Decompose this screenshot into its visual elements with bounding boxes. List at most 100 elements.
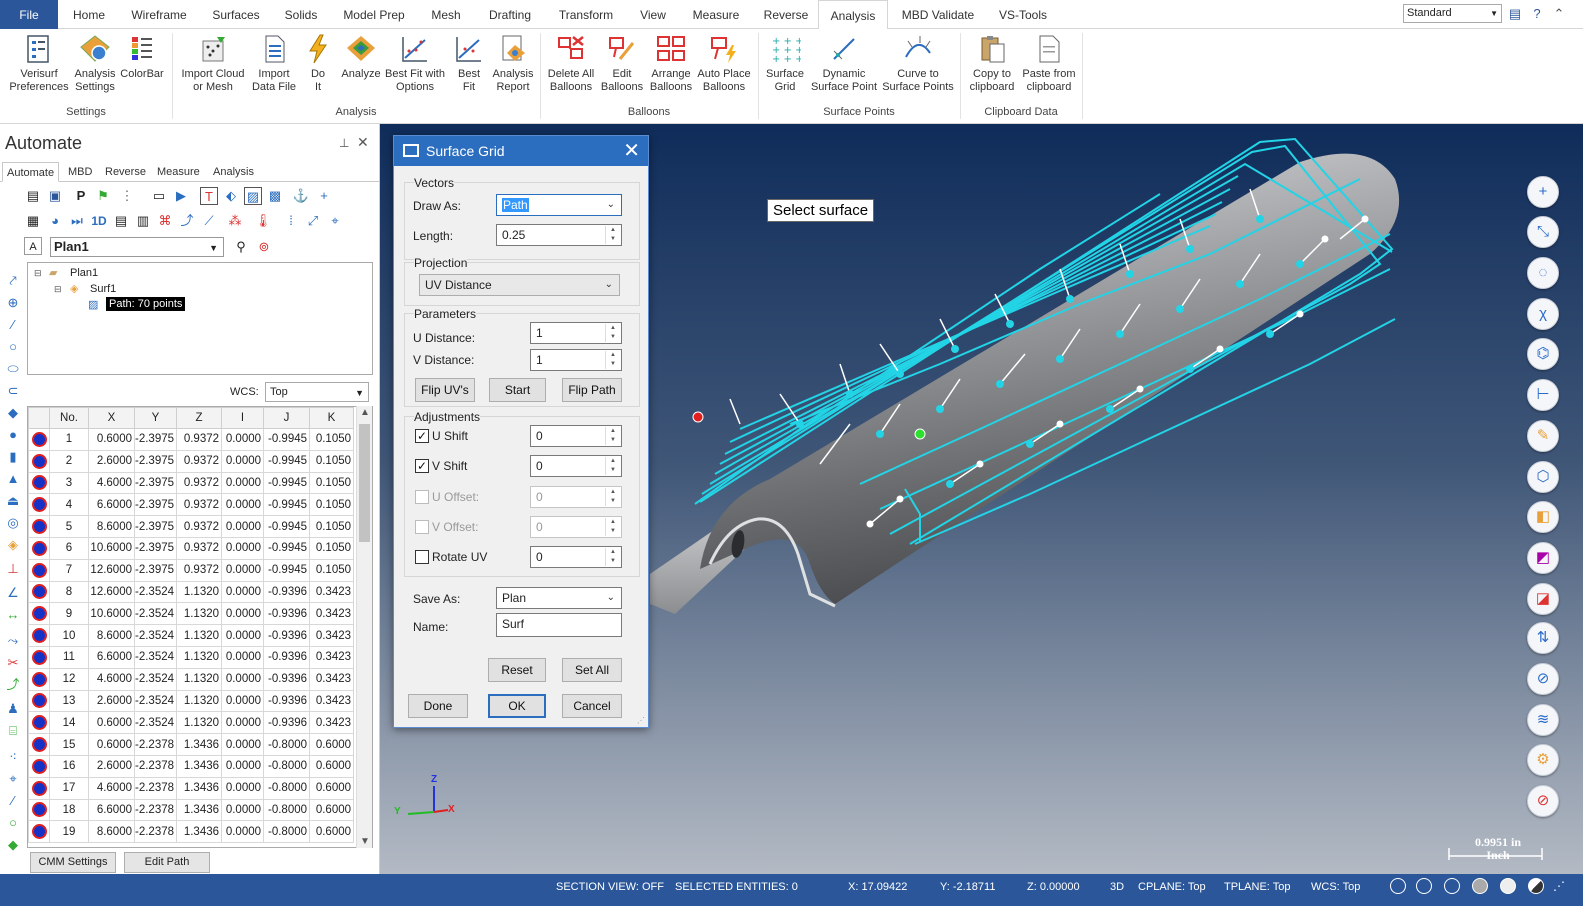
ok-button[interactable]: OK: [488, 694, 546, 718]
cell-z[interactable]: 0.9372: [176, 493, 223, 517]
copy-to-clipboard-button[interactable]: Copy to clipboard: [964, 33, 1020, 94]
cell-j[interactable]: -0.9945: [263, 471, 311, 495]
tab-home[interactable]: Home: [64, 0, 114, 29]
cell-no[interactable]: 16: [49, 754, 89, 778]
cell-k[interactable]: 0.3423: [309, 667, 355, 691]
v-shift-input[interactable]: 0 ▲ ▼: [530, 455, 622, 477]
analysis-settings-button[interactable]: Analysis Settings: [72, 33, 118, 94]
zoom-in-icon[interactable]: +: [1527, 176, 1559, 208]
column-header-y[interactable]: Y: [133, 407, 178, 429]
ellipse-icon[interactable]: ⬭: [4, 360, 22, 378]
done-button[interactable]: Done: [408, 694, 468, 718]
slash-line-icon[interactable]: ∕: [4, 792, 22, 810]
tab-transform[interactable]: Transform: [552, 0, 620, 29]
cancel-button[interactable]: Cancel: [562, 694, 622, 718]
spin-icon[interactable]: ▲ ▼: [605, 226, 620, 244]
tab-vs-tools[interactable]: VS-Tools: [992, 0, 1054, 29]
text-tool-icon[interactable]: T: [200, 187, 218, 205]
cell-j[interactable]: -0.9396: [263, 645, 311, 669]
cell-i[interactable]: 0.0000: [221, 754, 265, 778]
edit-path-button[interactable]: Edit Path: [124, 852, 210, 873]
paraboloid-icon[interactable]: ⏏: [4, 492, 22, 510]
cell-no[interactable]: 7: [49, 558, 89, 582]
clip-view-icon[interactable]: ◪: [1527, 583, 1559, 615]
step-icon[interactable]: ⏭: [68, 212, 86, 230]
cell-y[interactable]: -2.3975: [133, 515, 178, 538]
scroll-down-icon[interactable]: ▼: [357, 836, 373, 847]
cell-i[interactable]: 0.0000: [221, 711, 265, 735]
surface-icon[interactable]: ◈: [4, 536, 22, 554]
paste-from-clipboard-button[interactable]: Paste from clipboard: [1020, 33, 1078, 94]
panel-tab-measure[interactable]: Measure: [153, 162, 204, 182]
curve-icon[interactable]: ⤴: [178, 212, 196, 230]
cell-y[interactable]: -2.3524: [133, 711, 178, 735]
target-icon[interactable]: ⌖: [4, 770, 22, 788]
cell-j[interactable]: -0.9945: [263, 428, 311, 451]
cplane-status[interactable]: CPLANE: Top: [1138, 880, 1206, 894]
spin-icon[interactable]: ▲ ▼: [605, 518, 620, 536]
cell-x[interactable]: 0.6000: [88, 711, 135, 735]
spin-icon[interactable]: ▲ ▼: [605, 351, 620, 369]
table-row[interactable]: 13 2.6000 -2.3524 1.1320 0.0000 -0.9396 0.3423: [28, 689, 355, 713]
length-input[interactable]: 0.25 ▲ ▼: [496, 224, 622, 246]
cell-k[interactable]: 0.6000: [309, 776, 355, 800]
shaded-view-icon[interactable]: ◧: [1527, 501, 1559, 533]
curve-view-icon[interactable]: χ: [1527, 298, 1559, 330]
cell-y[interactable]: -2.3524: [133, 667, 178, 691]
tab-wireframe[interactable]: Wireframe: [124, 0, 194, 29]
iso-view-icon[interactable]: ⬡: [1527, 461, 1559, 493]
v-offset-input[interactable]: 0 ▲ ▼: [530, 516, 622, 538]
projection-select[interactable]: UV Distance ⌄: [419, 274, 620, 296]
cell-j[interactable]: -0.9945: [263, 536, 311, 560]
curve-measure-icon[interactable]: ⤳: [4, 632, 22, 650]
probe-p-icon[interactable]: P: [72, 187, 90, 205]
cell-z[interactable]: 1.1320: [176, 624, 223, 647]
cell-no[interactable]: 12: [49, 667, 89, 691]
cell-z[interactable]: 0.9372: [176, 515, 223, 538]
cell-j[interactable]: -0.9396: [263, 711, 311, 735]
save-as-select[interactable]: Plan ⌄: [496, 587, 622, 609]
import-data-file-button[interactable]: Import Data File: [250, 33, 298, 94]
table-row[interactable]: 14 0.6000 -2.3524 1.1320 0.0000 -0.9396 0.3423: [28, 711, 355, 735]
cell-x[interactable]: 8.6000: [88, 820, 135, 844]
table-row[interactable]: 3 4.6000 -2.3975 0.9372 0.0000 -0.9945 0.1050: [28, 471, 355, 495]
hide-icon[interactable]: ⊘: [1527, 663, 1559, 695]
column-header-x[interactable]: X: [88, 407, 135, 429]
table-row[interactable]: 19 8.6000 -2.2378 1.3436 0.0000 -0.8000 0.6000: [28, 820, 355, 844]
sphere-light-icon[interactable]: [1500, 878, 1516, 894]
cell-k[interactable]: 0.3423: [309, 711, 355, 735]
cell-j[interactable]: -0.9396: [263, 602, 311, 626]
cell-z[interactable]: 0.9372: [176, 449, 223, 473]
cell-j[interactable]: -0.9945: [263, 558, 311, 582]
tree-node-surf[interactable]: Surf1: [90, 282, 116, 296]
column-header-k[interactable]: K: [309, 407, 355, 429]
cell-k[interactable]: 0.6000: [309, 733, 355, 756]
tab-model-prep[interactable]: Model Prep: [336, 0, 412, 29]
cell-y[interactable]: -2.3975: [133, 449, 178, 473]
reset-button[interactable]: Reset: [488, 658, 546, 682]
user-icon[interactable]: ♟: [4, 700, 22, 718]
tab-view[interactable]: View: [632, 0, 674, 29]
cell-j[interactable]: -0.9396: [263, 624, 311, 647]
cell-x[interactable]: 10.6000: [88, 536, 135, 560]
cell-no[interactable]: 8: [49, 580, 89, 604]
cell-j[interactable]: -0.9945: [263, 493, 311, 517]
angle-icon[interactable]: ∠: [4, 584, 22, 602]
v-shift-checkbox[interactable]: ✓: [415, 459, 429, 473]
cell-k[interactable]: 0.1050: [309, 558, 355, 582]
cell-j[interactable]: -0.8000: [263, 820, 311, 844]
cell-no[interactable]: 4: [49, 493, 89, 517]
spin-icon[interactable]: ▲ ▼: [605, 488, 620, 506]
rotate-icon[interactable]: ◌: [1527, 257, 1559, 289]
globe-alt-icon[interactable]: [1416, 878, 1432, 894]
cell-z[interactable]: 1.1320: [176, 580, 223, 604]
cell-x[interactable]: 6.6000: [88, 798, 135, 822]
scroll-up-icon[interactable]: ▲: [357, 407, 373, 418]
cell-k[interactable]: 0.6000: [309, 820, 355, 844]
cell-k[interactable]: 0.1050: [309, 471, 355, 495]
sphere-icon[interactable]: ●: [4, 426, 22, 444]
tree-node-path[interactable]: Path: 70 points: [106, 297, 186, 311]
tag-icon[interactable]: ⬖: [222, 187, 240, 205]
cell-x[interactable]: 2.6000: [88, 449, 135, 473]
tree-node-plan[interactable]: Plan1: [70, 266, 98, 280]
